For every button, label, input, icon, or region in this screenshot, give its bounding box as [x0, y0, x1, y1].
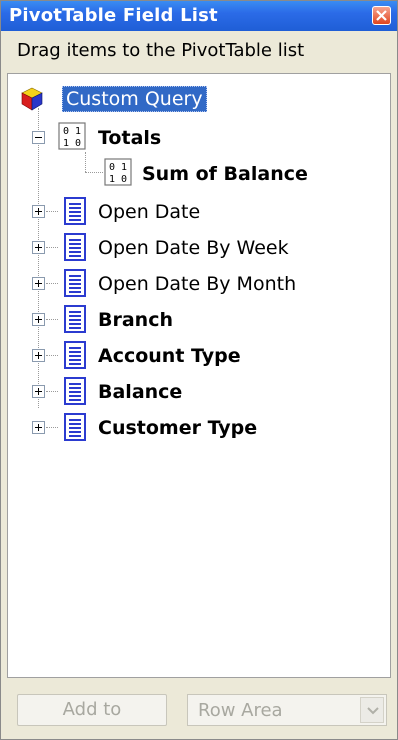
svg-text:0 1: 0 1	[109, 162, 127, 173]
instruction-text: Drag items to the PivotTable list	[17, 40, 305, 61]
tree-connector	[46, 427, 58, 428]
measure-icon: 0 1 1 0	[58, 122, 86, 150]
sum-of-balance-label: Sum of Balance	[142, 163, 308, 185]
field-label: Open Date By Week	[98, 237, 289, 259]
tree-connector	[46, 319, 58, 320]
field-icon	[64, 233, 86, 261]
tree-item-field[interactable]: Open Date By Week	[20, 232, 380, 262]
tree-item-field[interactable]: Account Type	[20, 340, 380, 370]
field-icon	[64, 269, 86, 297]
field-tree[interactable]: Custom Query 0 1 1 0 Totals 0 1 1 0 Sum …	[7, 73, 391, 678]
expand-toggle[interactable]	[32, 313, 45, 326]
field-icon	[64, 413, 86, 441]
collapse-toggle[interactable]	[32, 131, 45, 144]
tree-connector	[46, 391, 58, 392]
tree-item-sum-of-balance[interactable]: 0 1 1 0 Sum of Balance	[20, 158, 380, 188]
measure-icon: 0 1 1 0	[104, 158, 132, 186]
field-icon	[64, 341, 86, 369]
field-icon	[64, 305, 86, 333]
field-label: Customer Type	[98, 417, 258, 439]
tree-connector	[46, 211, 58, 212]
svg-text:1 0: 1 0	[63, 138, 81, 149]
svg-text:1 0: 1 0	[109, 174, 127, 185]
tree-item-field[interactable]: Balance	[20, 376, 380, 406]
area-dropdown[interactable]: Row Area	[187, 694, 387, 726]
root-label: Custom Query	[62, 86, 207, 112]
expand-toggle[interactable]	[32, 349, 45, 362]
dropdown-arrow-button[interactable]	[360, 697, 384, 723]
footer-bar: Add to Row Area	[1, 681, 397, 739]
tree-item-field[interactable]: Open Date By Month	[20, 268, 380, 298]
field-label: Account Type	[98, 345, 241, 367]
svg-text:0 1: 0 1	[63, 126, 81, 137]
expand-toggle[interactable]	[32, 241, 45, 254]
field-label: Open Date	[98, 201, 201, 223]
close-button[interactable]	[372, 6, 391, 25]
area-dropdown-value: Row Area	[198, 700, 283, 721]
tree-connector	[46, 247, 58, 248]
tree-item-field[interactable]: Branch	[20, 304, 380, 334]
title-bar[interactable]: PivotTable Field List	[1, 1, 397, 31]
instruction-bar: Drag items to the PivotTable list	[1, 31, 397, 71]
tree-item-field[interactable]: Open Date	[20, 196, 380, 226]
field-icon	[64, 377, 86, 405]
window-title: PivotTable Field List	[9, 5, 218, 26]
add-to-button[interactable]: Add to	[17, 694, 167, 726]
field-icon	[64, 197, 86, 225]
field-label: Balance	[98, 381, 183, 403]
expand-toggle[interactable]	[32, 421, 45, 434]
chevron-down-icon	[367, 707, 379, 715]
pivot-field-list-window: PivotTable Field List Drag items to the …	[0, 0, 398, 740]
expand-toggle[interactable]	[32, 205, 45, 218]
cube-icon	[21, 87, 43, 111]
field-label: Open Date By Month	[98, 273, 297, 295]
close-icon	[376, 10, 387, 21]
field-label: Branch	[98, 309, 173, 331]
totals-label: Totals	[98, 127, 162, 149]
expand-toggle[interactable]	[32, 385, 45, 398]
tree-connector	[46, 283, 58, 284]
tree-item-totals[interactable]: 0 1 1 0 Totals	[20, 122, 380, 152]
tree-item-field[interactable]: Customer Type	[20, 412, 380, 442]
tree-connector	[46, 355, 58, 356]
expand-toggle[interactable]	[32, 277, 45, 290]
tree-root-item[interactable]: Custom Query	[20, 84, 380, 114]
